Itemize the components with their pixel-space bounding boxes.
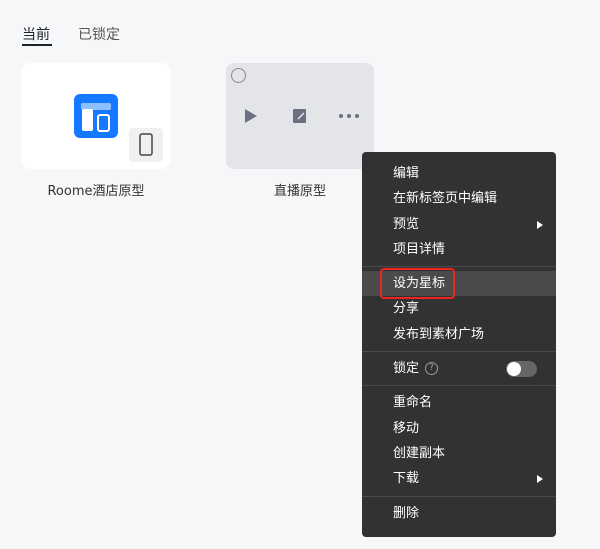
divider <box>362 385 556 387</box>
more-icon[interactable] <box>338 111 360 121</box>
play-icon[interactable] <box>243 107 259 125</box>
menu-item-download[interactable]: 下载 <box>362 466 556 491</box>
help-icon[interactable]: ? <box>425 362 439 376</box>
menu-item-rename[interactable]: 重命名 <box>362 390 556 415</box>
menu-item-lock: 锁定? <box>362 356 556 381</box>
toggle-knob <box>507 362 521 377</box>
highlight-box <box>380 268 455 300</box>
menu-item-delete[interactable]: 删除 <box>362 501 556 526</box>
select-checkbox[interactable] <box>231 68 246 83</box>
project-name[interactable]: Roome酒店原型 <box>22 180 170 199</box>
lock-toggle[interactable] <box>506 361 537 378</box>
divider <box>362 351 556 353</box>
menu-item-preview[interactable]: 预览 <box>362 212 556 237</box>
prototype-app-icon <box>74 94 118 138</box>
phone-device-badge <box>129 128 163 162</box>
phone-icon <box>139 133 153 156</box>
tab-locked[interactable]: 已锁定 <box>78 24 120 44</box>
project-card-live[interactable] <box>226 63 374 169</box>
menu-item-edit-new-tab[interactable]: 在新标签页中编辑 <box>362 186 556 211</box>
menu-item-share[interactable]: 分享 <box>362 296 556 321</box>
menu-item-details[interactable]: 项目详情 <box>362 237 556 262</box>
menu-item-edit[interactable]: 编辑 <box>362 161 556 186</box>
project-name[interactable]: 直播原型 <box>226 180 374 199</box>
menu-item-publish[interactable]: 发布到素材广场 <box>362 322 556 347</box>
menu-item-label: 预览 <box>393 216 420 232</box>
divider <box>362 495 556 497</box>
menu-item-duplicate[interactable]: 创建副本 <box>362 441 556 466</box>
menu-item-move[interactable]: 移动 <box>362 416 556 441</box>
divider <box>362 266 556 268</box>
submenu-arrow-icon <box>537 475 543 484</box>
context-menu: 编辑 在新标签页中编辑 预览 项目详情 设为星标 分享 发布到素材广场 锁定? … <box>362 152 556 537</box>
edit-icon[interactable] <box>292 108 308 124</box>
submenu-arrow-icon <box>537 220 543 229</box>
menu-item-star[interactable]: 设为星标 <box>362 268 556 300</box>
menu-item-label: 下载 <box>393 471 420 487</box>
project-card-roome[interactable] <box>22 63 170 169</box>
tab-current[interactable]: 当前 <box>22 24 50 44</box>
tab-active-indicator <box>22 44 52 46</box>
menu-item-label: 锁定 <box>393 361 420 377</box>
